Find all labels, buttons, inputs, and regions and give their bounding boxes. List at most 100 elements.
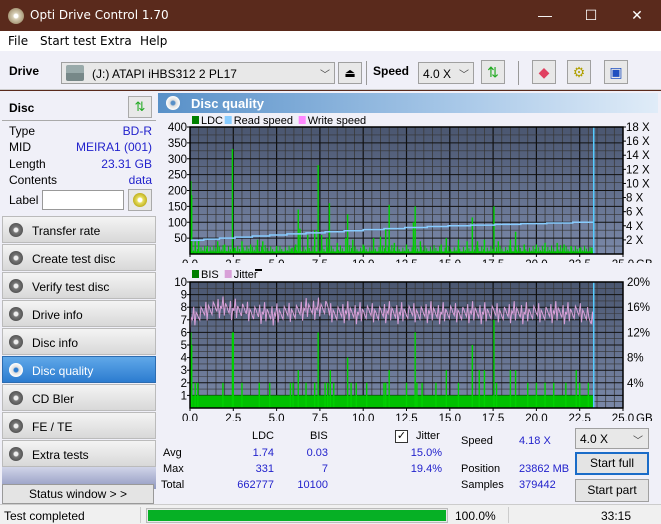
y2-tick-label: 12 X [626, 164, 650, 176]
start-part-button[interactable]: Start part [575, 479, 649, 502]
left-panel: Disc ⇅ Type BD-R MID MEIRA1 (001) Length… [0, 91, 158, 504]
position-value: 23862 MB [519, 463, 570, 475]
x-tick-label: 25.0 [612, 413, 634, 421]
disc-contents-row: Contents data [9, 173, 152, 189]
eject-button[interactable]: ⏏ [338, 62, 362, 84]
y-tick-label: 2 [181, 378, 187, 390]
y-tick-label: 100 [168, 217, 187, 229]
disc-mid-row: MID MEIRA1 (001) [9, 140, 152, 156]
x-unit-label: GB [636, 413, 653, 421]
nav-transfer-rate[interactable]: Transfer rate [2, 216, 156, 243]
menu-file[interactable]: File [8, 34, 28, 48]
legend-swatch-0 [192, 116, 199, 124]
disc-length-key: Length [9, 157, 46, 171]
nav-disc-info[interactable]: Disc info [2, 328, 156, 355]
app-disc-icon [8, 8, 24, 24]
start-full-button[interactable]: Start full [575, 452, 649, 475]
position-label: Position [461, 463, 501, 475]
stats-max-bis: 7 [321, 463, 328, 475]
progress-bar [146, 508, 448, 523]
erase-button[interactable]: ◆ [532, 60, 556, 84]
refresh-icon: ⇅ [487, 64, 499, 80]
extra-tests-icon [9, 447, 23, 461]
nav-label: Drive info [32, 308, 83, 322]
cd-bler-icon [9, 391, 23, 405]
nav-disc-quality[interactable]: Disc quality [2, 356, 156, 383]
nav-label: Disc info [32, 336, 79, 350]
y-tick-label: 4 [181, 353, 188, 365]
y-tick-label: 300 [168, 154, 187, 166]
nav-cd-bler[interactable]: CD Bler [2, 384, 156, 411]
x-tick-label: 0.0 [182, 413, 198, 421]
disc-quality-icon [166, 96, 180, 110]
speed-select[interactable]: 4.0 X ﹀ [418, 62, 474, 84]
nav-label: Transfer rate [32, 224, 101, 238]
y-tick-label: 3 [181, 365, 187, 377]
maximize-button[interactable]: ☐ [568, 0, 614, 31]
nav-fe-te[interactable]: FE / TE [2, 412, 156, 439]
toolbar: Drive (J:) ATAPI iHBS312 2 PL17 ﹀ ⏏ Spee… [0, 51, 661, 90]
disc-label-key: Label [9, 193, 39, 207]
x-tick-label: 2.5 [225, 413, 241, 421]
nav-verify-test-disc[interactable]: Verify test disc [2, 272, 156, 299]
toolbar-divider [518, 61, 519, 85]
drive-info-icon [9, 307, 23, 321]
samples-value: 379442 [519, 479, 556, 491]
y-tick-label: 50 [174, 233, 187, 245]
y2-tick-label: 4% [627, 378, 644, 390]
disc-header-title: Disc [9, 101, 35, 115]
close-button[interactable]: ✕ [614, 0, 660, 31]
disc-refresh-button[interactable]: ⇅ [128, 96, 152, 118]
x-tick-label: 10.0 [352, 413, 374, 421]
panel-title: Disc quality [191, 96, 264, 111]
nav-label: FE / TE [32, 420, 73, 434]
nav-label: CD Bler [32, 392, 75, 406]
y2-tick-label: 20% [627, 277, 650, 289]
disc-label-button[interactable] [128, 189, 152, 211]
bis-jitter-chart: BIS Jitter 12345678910 4% 8% 12% 16% 20% 0.0 2.5 5… [174, 269, 653, 421]
status-message: Test completed [4, 509, 85, 523]
stats-max-ldc: 331 [255, 463, 274, 475]
title-bar: Opti Drive Control 1.70 — ☐ ✕ [0, 0, 661, 31]
minimize-button[interactable]: — [522, 0, 568, 31]
y2-tick-label: 16% [627, 302, 650, 314]
test-speed-select[interactable]: 4.0 X ﹀ [575, 428, 649, 449]
chevron-down-icon: ﹀ [459, 70, 469, 81]
y2-tick-label: 8% [627, 353, 644, 365]
y2-tick-label: 4 X [626, 221, 644, 233]
settings-button[interactable]: ⚙ [567, 60, 591, 84]
samples-label: Samples [461, 479, 504, 491]
status-window-button[interactable]: Status window > > [2, 484, 154, 504]
nav-create-test-disc[interactable]: Create test disc [2, 244, 156, 271]
x-tick-label: 20.0 [525, 413, 547, 421]
y-tick-label: 9 [181, 290, 187, 302]
stats-max-jitter: 19.4% [410, 463, 442, 475]
y2-tick-label: 6 X [626, 207, 644, 219]
disc-type-row: Type BD-R [9, 124, 152, 140]
menu-extra[interactable]: Extra [100, 34, 132, 48]
menu-start-test[interactable]: Start test [40, 34, 96, 48]
menu-help[interactable]: Help [140, 34, 167, 48]
nav-extra-tests[interactable]: Extra tests [2, 440, 156, 467]
disc-quality-icon [9, 363, 23, 377]
drive-select[interactable]: (J:) ATAPI iHBS312 2 PL17 ﹀ [61, 62, 335, 84]
jitter-checkbox[interactable]: ✓ [395, 430, 408, 443]
legend-swatch-1 [224, 116, 232, 124]
disc-label-input[interactable] [42, 190, 124, 210]
nav-label: Create test disc [32, 252, 116, 266]
nav-drive-info[interactable]: Drive info [2, 300, 156, 327]
y2-tick-label: 12% [627, 327, 650, 339]
drive-select-value: (J:) ATAPI iHBS312 2 PL17 [92, 67, 237, 81]
save-button[interactable]: ▣ [604, 60, 628, 84]
progress-percent: 100.0% [455, 509, 496, 523]
y-tick-label: 8 [181, 302, 187, 314]
create-disc-icon [9, 251, 23, 265]
window-title: Opti Drive Control 1.70 [30, 8, 169, 22]
refresh-button[interactable]: ⇅ [481, 60, 505, 84]
fe-te-icon [9, 419, 23, 433]
test-speed-value: 4.0 X [580, 432, 609, 446]
nav-label: Extra tests [32, 448, 89, 462]
y-tick-label: 400 [168, 122, 187, 134]
x-tick-label: 17.5 [482, 413, 504, 421]
y2-tick-label: 16 X [626, 136, 650, 148]
